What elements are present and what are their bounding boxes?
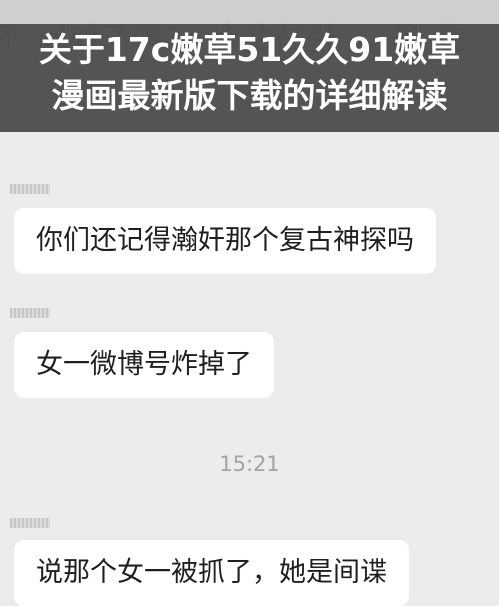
sender-name-blurred [10, 308, 50, 318]
page-title-line-2: 漫画最新版下载的详细解读 [51, 76, 448, 115]
message-text: 你们还记得瀚奸那个复古神探吗 [36, 225, 414, 256]
message-bubble[interactable]: 说那个女一被抓了，她是间谍 [14, 540, 409, 606]
message-timestamp: 15:21 [219, 452, 280, 476]
page-title-line-1: 关于17c嫩草51久久91嫩草 [38, 30, 461, 69]
sender-name-blurred [10, 518, 50, 528]
chat-area: 你们还记得瀚奸那个复古神探吗 女一微博号炸掉了 15:21 说那个女一被抓了，她… [0, 132, 499, 606]
message-bubble[interactable]: 你们还记得瀚奸那个复古神探吗 [14, 208, 436, 274]
message-text: 女一微博号炸掉了 [36, 349, 252, 380]
title-banner: 不 问对了嗎？ 涉站在引 … 虽 在 …… 下一章回应你 关于17c嫩草51久久… [0, 0, 499, 132]
message-bubble[interactable]: 女一微博号炸掉了 [14, 332, 274, 398]
sender-name-blurred [10, 184, 50, 194]
message-text: 说那个女一被抓了，她是间谍 [36, 557, 387, 588]
